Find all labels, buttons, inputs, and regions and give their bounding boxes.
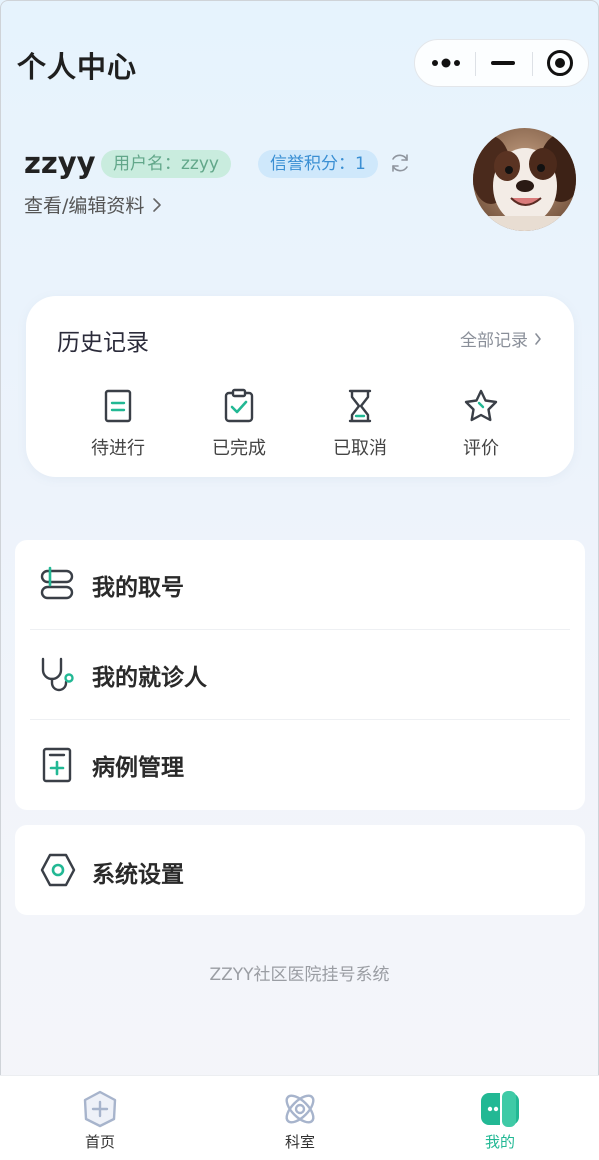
tab-mine[interactable]: 我的 bbox=[400, 1076, 599, 1160]
menu-item-label: 我的就诊人 bbox=[92, 665, 207, 691]
refresh-icon[interactable] bbox=[389, 152, 411, 174]
atom-icon bbox=[285, 1094, 315, 1124]
home-hexagon-icon bbox=[83, 1090, 117, 1128]
minimize-button[interactable] bbox=[474, 40, 532, 86]
chevron-right-icon bbox=[535, 332, 541, 345]
menu-item-label: 病例管理 bbox=[92, 755, 184, 781]
history-title: 历史记录 bbox=[57, 330, 149, 356]
history-item-label: 待进行 bbox=[91, 438, 145, 459]
credit-score-tag: 信誉积分：1 bbox=[258, 150, 378, 178]
stethoscope-icon bbox=[41, 657, 74, 692]
history-item-pending[interactable]: 待进行 bbox=[68, 388, 168, 460]
more-dots-icon bbox=[432, 58, 460, 68]
history-item-cancelled[interactable]: 已取消 bbox=[310, 388, 410, 460]
settings-label: 系统设置 bbox=[92, 862, 184, 888]
menu-item-case-management[interactable]: 病例管理 bbox=[15, 720, 585, 810]
tab-bar: 首页 科室 我的 bbox=[0, 1075, 599, 1160]
view-edit-profile-label: 查看/编辑资料 bbox=[24, 195, 145, 217]
mini-program-capsule bbox=[414, 39, 589, 87]
history-item-review[interactable]: 评价 bbox=[431, 388, 531, 460]
hourglass-icon bbox=[348, 389, 372, 423]
avatar[interactable] bbox=[473, 128, 576, 231]
ticket-stack-icon bbox=[40, 566, 74, 600]
dog-avatar-image bbox=[473, 128, 576, 231]
history-card: 历史记录 全部记录 待进行 已完成 已取消 评价 bbox=[26, 296, 574, 477]
page-title: 个人中心 bbox=[17, 50, 138, 84]
username-tag: 用户名：zzyy bbox=[101, 150, 231, 178]
star-icon bbox=[464, 389, 498, 422]
chevron-right-icon bbox=[153, 197, 162, 212]
all-records-link[interactable]: 全部记录 bbox=[460, 326, 542, 351]
history-item-label: 已取消 bbox=[333, 438, 387, 459]
profile-card-icon bbox=[481, 1090, 519, 1128]
username: zzyy bbox=[24, 146, 96, 180]
tab-label: 首页 bbox=[84, 1133, 115, 1151]
history-item-label: 已完成 bbox=[212, 438, 266, 459]
menu-card: 我的取号 我的就诊人 病例管理 bbox=[15, 540, 585, 810]
tab-label: 科室 bbox=[284, 1133, 315, 1151]
hexagon-settings-icon bbox=[40, 853, 76, 887]
clipboard-check-icon bbox=[224, 388, 254, 423]
all-records-label: 全部记录 bbox=[460, 331, 528, 351]
close-button[interactable] bbox=[531, 40, 589, 86]
medical-record-icon bbox=[42, 747, 72, 783]
tab-departments[interactable]: 科室 bbox=[200, 1076, 400, 1160]
tab-home[interactable]: 首页 bbox=[0, 1076, 200, 1160]
minimize-icon bbox=[491, 61, 515, 65]
footer-text: ZZYY社区医院挂号系统 bbox=[209, 965, 390, 985]
settings-card[interactable]: 系统设置 bbox=[15, 825, 585, 915]
menu-item-my-patients[interactable]: 我的就诊人 bbox=[15, 630, 585, 720]
tab-label: 我的 bbox=[484, 1133, 515, 1151]
history-item-completed[interactable]: 已完成 bbox=[189, 388, 289, 460]
document-icon bbox=[104, 389, 132, 423]
menu-item-label: 我的取号 bbox=[92, 575, 184, 601]
history-item-label: 评价 bbox=[463, 438, 499, 459]
view-edit-profile-link[interactable]: 查看/编辑资料 bbox=[24, 191, 162, 218]
menu-item-my-tickets[interactable]: 我的取号 bbox=[15, 540, 585, 630]
target-icon bbox=[547, 50, 573, 76]
more-button[interactable] bbox=[417, 40, 475, 86]
